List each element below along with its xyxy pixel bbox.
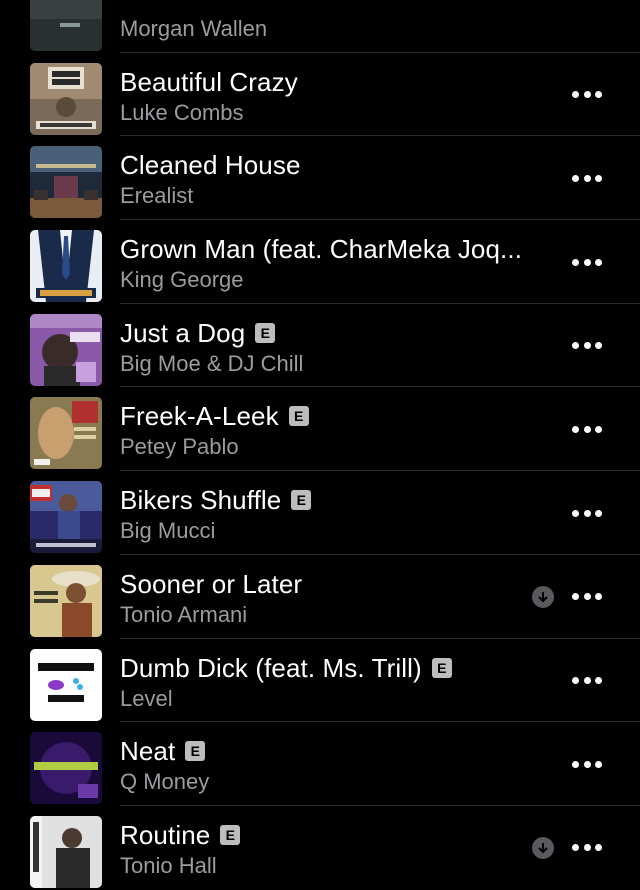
song-artist: Big Moe & DJ Chill (120, 350, 304, 376)
song-title: Grown Man (feat. CharMeka Joq... (120, 234, 523, 265)
song-row[interactable]: Freek-A-Leek E Petey Pablo (0, 387, 640, 472)
explicit-badge-icon: E (220, 824, 241, 845)
song-title: Sooner or Later (120, 568, 303, 599)
song-title: Dumb Dick (feat. Ms. Trill) (120, 652, 422, 683)
explicit-badge-icon: E (288, 406, 309, 427)
album-art (30, 230, 102, 303)
song-title: Beautiful Crazy (120, 66, 298, 97)
album-art (30, 62, 102, 135)
album-art (30, 481, 102, 554)
explicit-badge-icon: E (291, 490, 312, 511)
song-title: Neat (120, 736, 176, 767)
explicit-badge-icon: E (255, 322, 276, 343)
album-art (30, 564, 102, 637)
album-art (30, 648, 102, 721)
song-artist: Morgan Wallen (120, 16, 268, 41)
song-artist: Tonio Armani (120, 601, 248, 627)
song-title: Cleaned House (120, 150, 301, 181)
song-artist: Luke Combs (120, 99, 244, 125)
more-options-button[interactable] (572, 589, 602, 605)
explicit-badge-icon: E (185, 741, 206, 762)
song-row[interactable]: Sooner or Later Tonio Armani (0, 555, 640, 639)
explicit-badge-icon: E (431, 657, 452, 678)
more-options-button[interactable] (572, 421, 602, 437)
song-row[interactable]: Grown Man (feat. CharMeka Joq... King Ge… (0, 220, 640, 304)
album-art (30, 146, 102, 219)
album-art (30, 815, 102, 888)
album-art (30, 732, 102, 805)
song-row[interactable]: Cleaned House Erealist (0, 136, 640, 221)
song-title: Freek-A-Leek (120, 401, 279, 432)
more-options-button[interactable] (572, 338, 602, 354)
song-row[interactable]: Just a Dog E Big Moe & DJ Chill (0, 304, 640, 388)
song-artist: Level (120, 685, 173, 711)
song-row[interactable]: Beautiful Crazy Luke Combs (0, 53, 640, 137)
song-artist: Big Mucci (120, 518, 216, 544)
more-options-button[interactable] (572, 756, 602, 772)
more-options-button[interactable] (572, 673, 602, 689)
more-options-button[interactable] (572, 170, 602, 186)
song-artist: Petey Pablo (120, 434, 239, 460)
album-art (30, 397, 102, 470)
song-list: Morgan Wallen Beautiful Crazy Luke Combs (0, 0, 640, 890)
song-row[interactable]: Bikers Shuffle E Big Mucci (0, 471, 640, 555)
song-row[interactable]: Dumb Dick (feat. Ms. Trill) E Level (0, 639, 640, 723)
album-art (30, 313, 102, 386)
song-row[interactable]: Routine E Tonio Hall (0, 806, 640, 890)
song-title: Routine (120, 819, 211, 850)
song-artist: Erealist (120, 183, 194, 209)
more-options-button[interactable] (572, 505, 602, 521)
more-options-button[interactable] (572, 87, 602, 103)
song-row[interactable]: Morgan Wallen (0, 0, 640, 53)
song-title: Bikers Shuffle (120, 485, 282, 516)
downloaded-icon (532, 836, 554, 859)
song-title: Just a Dog (120, 317, 246, 348)
downloaded-icon (532, 585, 554, 608)
album-art (30, 0, 102, 51)
song-artist: Q Money (120, 769, 210, 795)
more-options-button[interactable] (572, 254, 602, 270)
more-options-button[interactable] (572, 840, 602, 856)
song-row[interactable]: Neat E Q Money (0, 722, 640, 806)
song-artist: Tonio Hall (120, 852, 217, 878)
song-artist: King George (120, 267, 244, 293)
